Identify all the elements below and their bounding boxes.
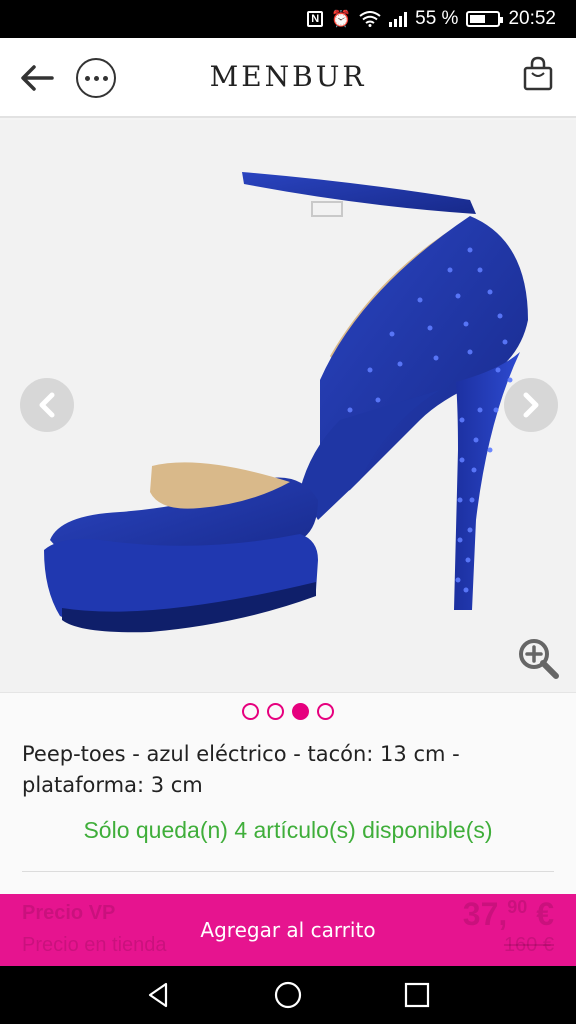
- nav-home-icon[interactable]: [273, 980, 303, 1010]
- buy-bar: Precio VP Precio en tienda 37,90 € 160 €…: [0, 894, 576, 966]
- status-icons: N ⏰ 55 % 20:52: [307, 0, 556, 38]
- chevron-left-icon: [39, 392, 55, 418]
- pagination-dot[interactable]: [317, 703, 334, 720]
- divider: [22, 871, 554, 872]
- signal-icon: [389, 11, 408, 27]
- zoom-button[interactable]: [516, 636, 560, 680]
- app-header: MENBUR: [0, 38, 576, 118]
- product-image: [44, 172, 528, 633]
- wifi-icon: [359, 11, 381, 27]
- nav-recent-apps-icon[interactable]: [402, 980, 432, 1010]
- clock: 20:52: [508, 8, 556, 29]
- gallery-pagination: [0, 703, 576, 720]
- brand-logo[interactable]: MENBUR: [0, 60, 576, 93]
- cart-button[interactable]: [522, 56, 554, 92]
- shopping-bag-icon: [523, 56, 553, 91]
- nfc-icon: N: [307, 11, 324, 27]
- stock-availability: Sólo queda(n) 4 artículo(s) disponible(s…: [83, 817, 493, 843]
- pagination-dot-active[interactable]: [292, 703, 309, 720]
- add-to-cart-button[interactable]: Agregar al carrito: [0, 894, 576, 966]
- nav-back-icon[interactable]: [144, 980, 174, 1010]
- status-bar: N ⏰ 55 % 20:52: [0, 0, 576, 38]
- product-image-gallery[interactable]: [0, 120, 576, 692]
- previous-image-button[interactable]: [20, 378, 74, 432]
- alarm-icon: ⏰: [331, 11, 352, 28]
- product-title: Peep-toes - azul eléctrico - tacón: 13 c…: [22, 742, 460, 797]
- pagination-dot[interactable]: [267, 703, 284, 720]
- zoom-in-icon: [519, 639, 559, 679]
- battery-icon: [466, 11, 504, 27]
- battery-percent: 55 %: [415, 8, 459, 29]
- system-nav-bar: [0, 966, 576, 1024]
- product-info: Peep-toes - azul eléctrico - tacón: 13 c…: [0, 692, 576, 894]
- next-image-button[interactable]: [504, 378, 558, 432]
- chevron-right-icon: [523, 392, 539, 418]
- pagination-dot[interactable]: [242, 703, 259, 720]
